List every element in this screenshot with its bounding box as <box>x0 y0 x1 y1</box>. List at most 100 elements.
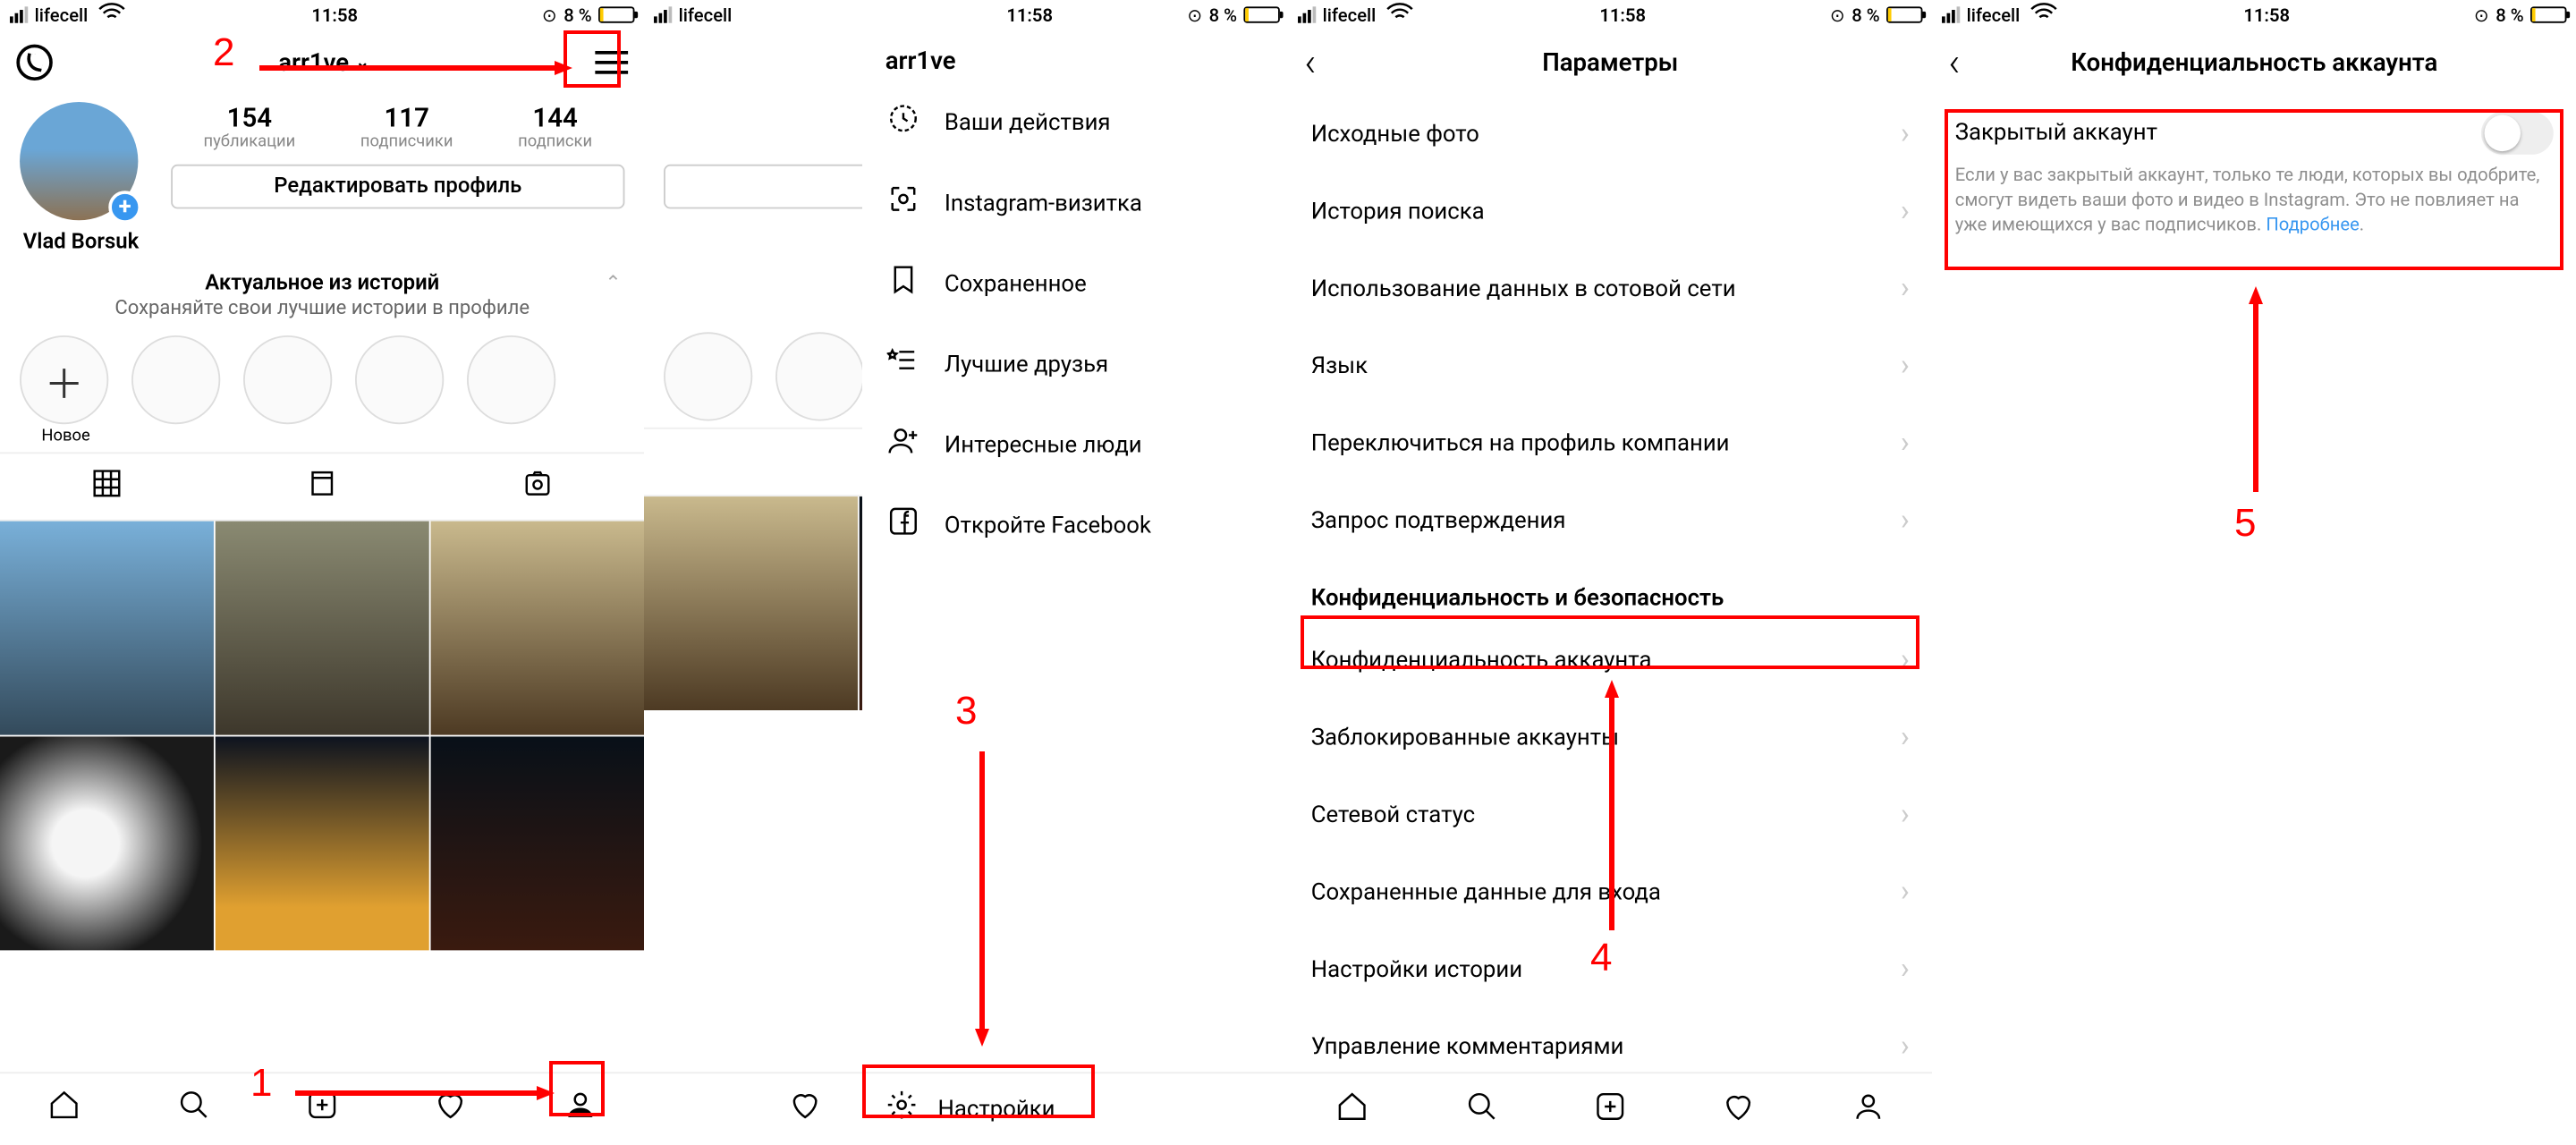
nametag-icon <box>886 182 921 224</box>
avatar[interactable]: + <box>20 102 138 220</box>
carrier-label: lifecell <box>35 4 89 26</box>
chevron-right-icon: › <box>1901 952 1910 987</box>
settings-button[interactable]: Настройки <box>862 1072 1288 1144</box>
settings-item-language[interactable]: Язык› <box>1288 327 1932 404</box>
menu-open-facebook[interactable]: Откройте Facebook <box>862 485 1288 565</box>
tab-search-icon[interactable] <box>177 1088 210 1131</box>
wifi-icon <box>2027 0 2060 34</box>
tab-add-icon[interactable] <box>306 1088 339 1131</box>
bottom-tabbar <box>1288 1072 1932 1144</box>
settings-item-original-photos[interactable]: Исходные фото› <box>1288 96 1932 173</box>
tab-add-icon[interactable] <box>1594 1090 1627 1129</box>
settings-item-activity-status[interactable]: Сетевой статус› <box>1288 776 1932 853</box>
archive-icon[interactable] <box>16 45 52 81</box>
settings-item-business-profile[interactable]: Переключиться на профиль компании› <box>1288 404 1932 481</box>
username-dropdown[interactable]: arr1ve ⌄ <box>278 47 369 77</box>
edit-profile-button[interactable]: профиль <box>664 165 862 209</box>
tab-grid[interactable] <box>0 454 215 520</box>
display-name: Vlad Borsuk <box>0 230 644 255</box>
battery-label: 8 % <box>1852 4 1879 26</box>
edit-profile-button[interactable]: Редактировать профиль <box>171 165 624 209</box>
signal-icon <box>1942 6 1960 22</box>
menu-saved[interactable]: Сохраненное <box>862 243 1288 324</box>
tab-tagged[interactable] <box>644 429 862 496</box>
menu-icon[interactable] <box>595 51 628 74</box>
menu-discover-people[interactable]: Интересные люди <box>862 404 1288 485</box>
chevron-right-icon: › <box>1901 271 1910 306</box>
chevron-right-icon: › <box>1901 426 1910 461</box>
alarm-icon: ⊙ <box>542 4 557 26</box>
chevron-right-icon: › <box>1901 349 1910 384</box>
battery-icon <box>2530 6 2566 22</box>
private-account-toggle[interactable] <box>2481 112 2554 155</box>
tab-activity-icon[interactable] <box>1723 1090 1756 1129</box>
chevron-right-icon: › <box>1901 1030 1910 1064</box>
tab-home-icon[interactable] <box>48 1088 81 1131</box>
tab-search-icon[interactable] <box>1465 1090 1498 1129</box>
posts-grid <box>0 522 644 951</box>
chevron-right-icon: › <box>1901 194 1910 229</box>
settings-item-blocked-accounts[interactable]: Заблокированные аккаунты› <box>1288 699 1932 776</box>
signal-icon <box>1298 6 1316 22</box>
post-thumb[interactable] <box>431 522 644 735</box>
clock: 11:58 <box>1599 4 1646 26</box>
highlight-placeholder <box>131 335 224 445</box>
wifi-icon <box>95 0 128 34</box>
status-bar: lifecell 11:58 ⊙ 8 % <box>1932 0 2576 30</box>
gear-icon <box>886 1089 919 1130</box>
highlight-new[interactable]: ＋ Новое <box>20 335 112 445</box>
stat-followers[interactable]: 117 подписчики <box>360 102 453 151</box>
stat-following[interactable]: 144 подписки <box>518 102 592 151</box>
facebook-icon <box>886 505 921 546</box>
chevron-up-icon: ⌃ <box>605 271 621 294</box>
menu-nametag[interactable]: Instagram-визитка <box>862 163 1288 243</box>
tab-activity-icon[interactable] <box>435 1088 468 1131</box>
chevron-right-icon: › <box>1901 720 1910 755</box>
battery-icon <box>1243 6 1279 22</box>
tab-feed[interactable] <box>215 454 429 520</box>
post-thumb[interactable] <box>216 522 429 735</box>
chevron-right-icon: › <box>1901 875 1910 910</box>
post-thumb[interactable] <box>0 736 214 950</box>
status-bar: 11:58 ⊙ 8 % <box>862 0 1288 30</box>
page-title: Конфиденциальность аккаунта <box>1932 47 2576 77</box>
add-story-icon[interactable]: + <box>108 191 141 224</box>
learn-more-link[interactable]: Подробнее <box>2266 213 2359 234</box>
chevron-right-icon: › <box>1901 643 1910 678</box>
tab-activity-icon[interactable] <box>789 1088 822 1131</box>
settings-item-saved-login[interactable]: Сохраненные данные для входа› <box>1288 853 1932 930</box>
chevron-right-icon: › <box>1901 503 1910 538</box>
clock: 11:58 <box>2243 4 2290 26</box>
tab-profile-icon[interactable] <box>1852 1090 1885 1129</box>
username-label: arr1ve <box>278 47 349 77</box>
post-thumb[interactable] <box>0 522 214 735</box>
private-account-label: Закрытый аккаунт <box>1955 120 2157 146</box>
battery-label: 8 % <box>1209 4 1237 26</box>
tab-profile-icon[interactable] <box>564 1088 597 1131</box>
list-star-icon <box>886 344 921 385</box>
username-label: arr1ve <box>862 30 1288 82</box>
tab-tagged[interactable] <box>429 454 644 520</box>
alarm-icon: ⊙ <box>1830 4 1845 26</box>
alarm-icon: ⊙ <box>2474 4 2489 26</box>
tab-home-icon[interactable] <box>1336 1090 1369 1129</box>
chevron-right-icon: › <box>1901 116 1910 151</box>
settings-item-cellular-data[interactable]: Использование данных в сотовой сети› <box>1288 250 1932 327</box>
post-thumb[interactable] <box>431 736 644 950</box>
stat-posts[interactable]: 154 публикации <box>203 102 295 151</box>
post-thumb[interactable] <box>216 736 429 950</box>
highlights-header[interactable]: Актуальное из историй Сохраняйте свои лу… <box>0 255 644 326</box>
battery-icon <box>598 6 634 22</box>
page-title: Параметры <box>1288 47 1932 77</box>
bottom-tabbar <box>0 1072 644 1144</box>
settings-item-search-history[interactable]: История поиска› <box>1288 173 1932 250</box>
alarm-icon: ⊙ <box>1187 4 1202 26</box>
menu-your-activity[interactable]: Ваши действия <box>862 82 1288 163</box>
chevron-down-icon: ⌄ <box>355 54 369 72</box>
settings-item-request-verification[interactable]: Запрос подтверждения› <box>1288 482 1932 559</box>
highlight-placeholder <box>467 335 559 445</box>
settings-item-story-controls[interactable]: Настройки истории› <box>1288 930 1932 1007</box>
wifi-icon <box>1383 0 1416 34</box>
settings-item-account-privacy[interactable]: Конфиденциальность аккаунта› <box>1288 622 1932 699</box>
menu-close-friends[interactable]: Лучшие друзья <box>862 324 1288 404</box>
